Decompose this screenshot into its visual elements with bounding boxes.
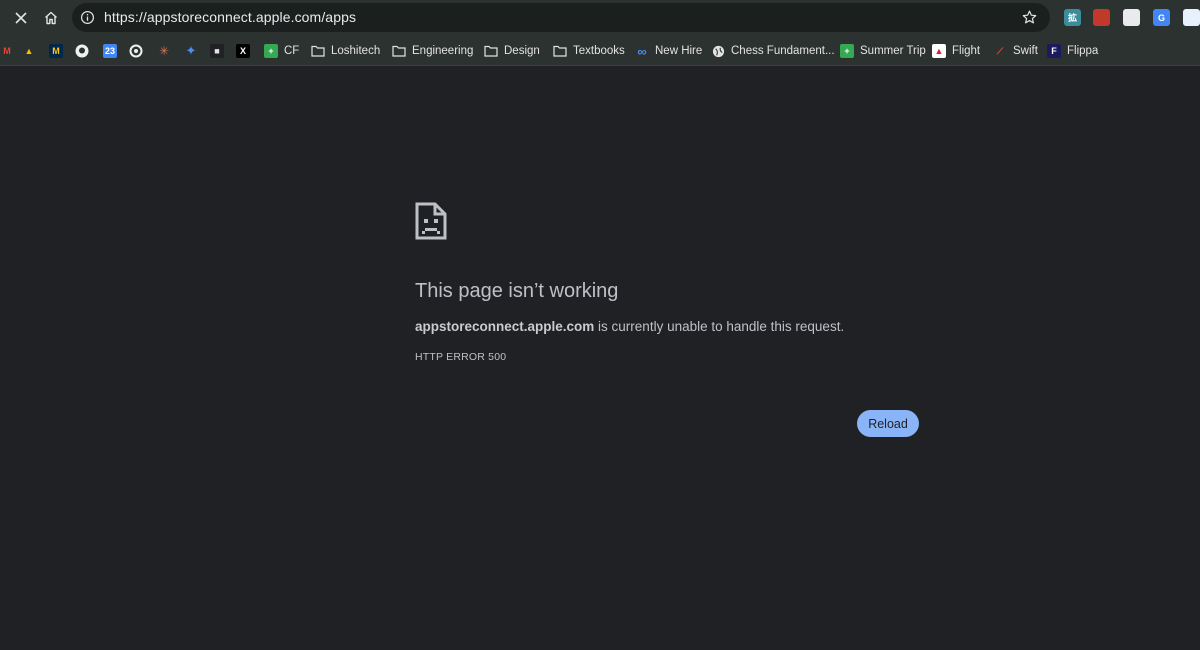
calendar-icon: 23 (103, 44, 117, 58)
google-translate-icon[interactable]: G (1153, 9, 1170, 26)
sheets-icon: + (264, 44, 278, 58)
bookmark-item[interactable]: ⟋ Swift (993, 43, 1038, 59)
bookmark-item[interactable]: X (236, 43, 250, 59)
bookmark-item[interactable]: ▲ (22, 43, 36, 59)
bookmark-item[interactable] (129, 43, 143, 59)
extension-2-icon[interactable] (1093, 9, 1110, 26)
url-text[interactable]: https://appstoreconnect.apple.com/apps (104, 9, 356, 25)
gmail-icon: M (3, 46, 11, 56)
bookmark-item[interactable]: ✳ (157, 43, 171, 59)
bookmark-item[interactable]: Textbooks (553, 43, 625, 59)
google-drive-icon: ▲ (24, 46, 34, 56)
bookmark-item[interactable]: ■ (210, 43, 224, 59)
flippa-icon: F (1047, 44, 1061, 58)
home-icon[interactable] (39, 6, 63, 30)
bookmark-label: Swift (1013, 45, 1038, 57)
delta-icon: ▲ (932, 44, 946, 58)
bookmark-label: Loshitech (331, 45, 381, 57)
github-icon (75, 44, 89, 58)
address-bar[interactable]: https://appstoreconnect.apple.com/apps (72, 3, 1050, 32)
gemini-icon: ✦ (185, 43, 197, 58)
bookmark-label: Textbooks (573, 45, 625, 57)
bookmark-item[interactable]: Loshitech (311, 43, 380, 59)
folder-icon (553, 44, 567, 58)
extension-3-icon[interactable] (1123, 9, 1140, 26)
bookmark-item[interactable]: M (0, 43, 14, 59)
swift-icon: ⟋ (996, 45, 1004, 56)
bookmark-label: Flight (952, 45, 981, 57)
error-code: HTTP ERROR 500 (415, 351, 507, 363)
bookmark-item[interactable]: Design (484, 43, 540, 59)
bookmark-item[interactable]: Chess Fundament... (711, 43, 835, 59)
bookmark-item[interactable] (75, 43, 89, 59)
error-message: appstoreconnect.apple.com is currently u… (415, 319, 844, 334)
extension-1-icon[interactable]: 拡 (1064, 9, 1081, 26)
bookmark-label: Design (504, 45, 540, 57)
bookmark-cat-icon: ■ (210, 44, 224, 58)
bookmark-item[interactable]: + Summer Trip (840, 43, 926, 59)
bookmark-label: New Hire (655, 45, 703, 57)
bookmark-label: Flippa (1067, 45, 1099, 57)
error-host: appstoreconnect.apple.com (415, 319, 595, 334)
bookmark-item[interactable]: ▲ Flight (932, 43, 980, 59)
bookmark-item[interactable]: Engineering (392, 43, 473, 59)
error-message-text: is currently unable to handle this reque… (594, 319, 845, 334)
sad-page-icon (415, 202, 447, 240)
folder-icon (392, 44, 406, 58)
bookmark-label: Chess Fundament... (731, 45, 835, 57)
folder-icon (311, 44, 325, 58)
meta-icon: ∞ (637, 43, 647, 59)
globe-icon (711, 44, 725, 58)
browser-toolbar: https://appstoreconnect.apple.com/apps 拡… (0, 0, 1200, 36)
error-title: This page isn’t working (415, 280, 619, 302)
sheets-icon: + (840, 44, 854, 58)
bookmark-label: Engineering (412, 45, 474, 57)
bookmark-item[interactable]: M (49, 43, 63, 59)
reload-button[interactable]: Reload (857, 410, 919, 437)
bookmark-label: Summer Trip (860, 45, 926, 57)
bookmark-item[interactable]: ✦ (184, 43, 198, 59)
folder-icon (484, 44, 498, 58)
star-icon[interactable] (1021, 9, 1038, 26)
x-icon: X (236, 44, 250, 58)
extension-5-icon[interactable] (1183, 9, 1200, 26)
close-icon[interactable] (9, 6, 33, 30)
bookmark-item[interactable]: F Flippa (1047, 43, 1098, 59)
michigan-icon: M (49, 44, 63, 58)
bookmarks-bar: M ▲ M 23 ✳ ✦ ■ X + CF Loshitech Engineering Design Te… (0, 36, 1200, 66)
openai-icon (129, 44, 143, 58)
bookmark-label: CF (284, 45, 300, 57)
claude-icon: ✳ (158, 44, 170, 58)
bookmark-item[interactable]: + CF (264, 43, 299, 59)
bookmark-item[interactable]: ∞ New Hire (635, 43, 702, 59)
info-icon[interactable] (80, 10, 95, 25)
bookmark-item[interactable]: 23 (103, 43, 117, 59)
